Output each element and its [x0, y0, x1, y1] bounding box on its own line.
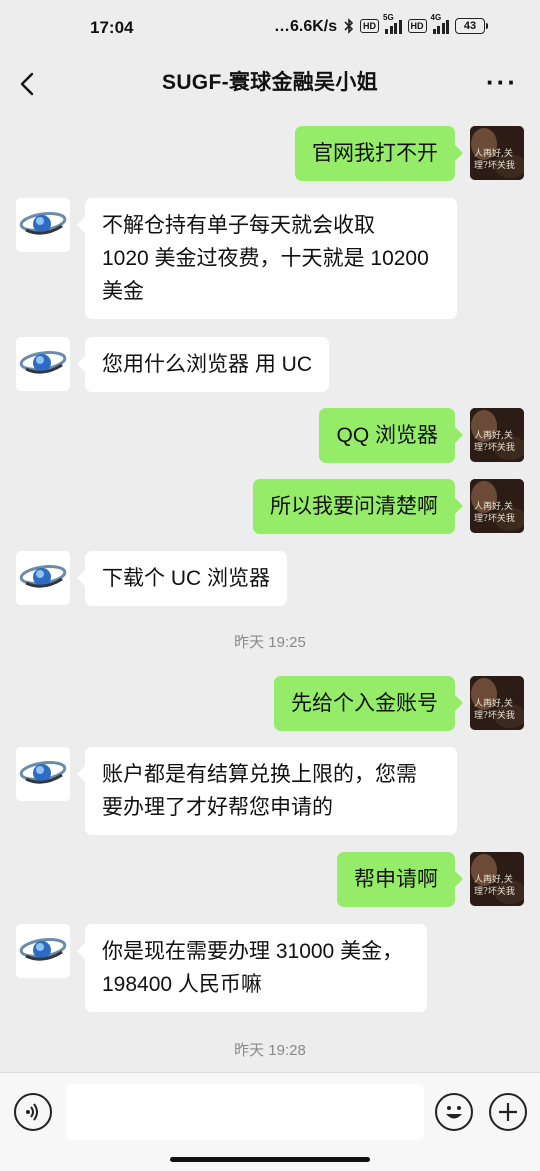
more-dots-icon[interactable]: ···: [486, 69, 518, 95]
self-avatar[interactable]: [470, 126, 524, 180]
message-bubble-sent[interactable]: 先给个入金账号: [274, 676, 463, 731]
message-list[interactable]: 官网我打不开 不解仓持有单子每天就会收取 1020 美金过夜费，十天就是 102…: [0, 110, 540, 1070]
sim1-label: 5G: [383, 13, 394, 22]
message-timestamp: 昨天 19:25: [234, 634, 306, 651]
input-bar: [0, 1072, 540, 1171]
emoji-icon[interactable]: [435, 1093, 473, 1131]
message-bubble-received[interactable]: 账户都是有结算兑换上限的，您需 要办理了才好帮您申请的: [77, 747, 457, 835]
sim2-label: 4G: [430, 13, 442, 22]
message-bubble-received[interactable]: 您用什么浏览器 用 UC: [77, 337, 329, 392]
chat-title: SUGF-寰球金融吴小姐: [162, 71, 378, 94]
message-line: 账户都是有结算兑换上限的，您需: [102, 763, 417, 786]
message-bubble-sent[interactable]: QQ 浏览器: [319, 408, 463, 463]
message-bubble-sent[interactable]: 官网我打不开: [295, 126, 463, 181]
contact-avatar[interactable]: [16, 747, 70, 801]
status-bar: 17:04 …6.6K/s HD 5G HD 4G 43: [0, 0, 540, 58]
network-speed: …6.6K/s: [274, 18, 338, 35]
chat-header: SUGF-寰球金融吴小姐 ···: [0, 58, 540, 110]
message-timestamp: 昨天 19:28: [234, 1042, 306, 1059]
home-indicator[interactable]: [170, 1157, 370, 1162]
self-avatar[interactable]: [470, 408, 524, 462]
self-avatar[interactable]: [470, 852, 524, 906]
plus-icon[interactable]: [489, 1093, 527, 1131]
signal-4g-icon: 4G: [431, 13, 449, 34]
message-line: 美金: [102, 280, 144, 303]
message-line: 要办理了才好帮您申请的: [102, 796, 333, 819]
self-avatar[interactable]: [470, 479, 524, 533]
contact-avatar[interactable]: [16, 198, 70, 252]
message-bubble-sent[interactable]: 帮申请啊: [337, 852, 463, 907]
message-bubble-received[interactable]: 你是现在需要办理 31000 美金， 198400 人民币嘛: [77, 924, 427, 1012]
contact-avatar[interactable]: [16, 337, 70, 391]
message-bubble-received[interactable]: 不解仓持有单子每天就会收取 1020 美金过夜费，十天就是 10200 美金: [77, 198, 457, 319]
status-time: 17:04: [90, 18, 134, 37]
hd-badge-2: HD: [407, 19, 427, 33]
message-line: 你是现在需要办理 31000 美金，: [102, 940, 404, 963]
contact-avatar[interactable]: [16, 551, 70, 605]
message-line: 不解仓持有单子每天就会收取: [102, 214, 375, 237]
message-line: 198400 人民币嘛: [102, 973, 262, 996]
self-avatar[interactable]: [470, 676, 524, 730]
status-icons: HD 5G HD 4G 43: [344, 13, 488, 34]
message-input[interactable]: [66, 1084, 424, 1140]
bluetooth-icon: [344, 18, 354, 34]
message-bubble-received[interactable]: 下载个 UC 浏览器: [77, 551, 287, 606]
battery-icon: 43: [455, 18, 488, 34]
message-bubble-sent[interactable]: 所以我要问清楚啊: [253, 479, 463, 534]
hd-badge-1: HD: [360, 19, 379, 33]
contact-avatar[interactable]: [16, 924, 70, 978]
message-line: 1020 美金过夜费，十天就是 10200: [102, 247, 429, 270]
signal-5g-icon: 5G: [383, 13, 402, 34]
voice-icon[interactable]: [14, 1093, 52, 1131]
